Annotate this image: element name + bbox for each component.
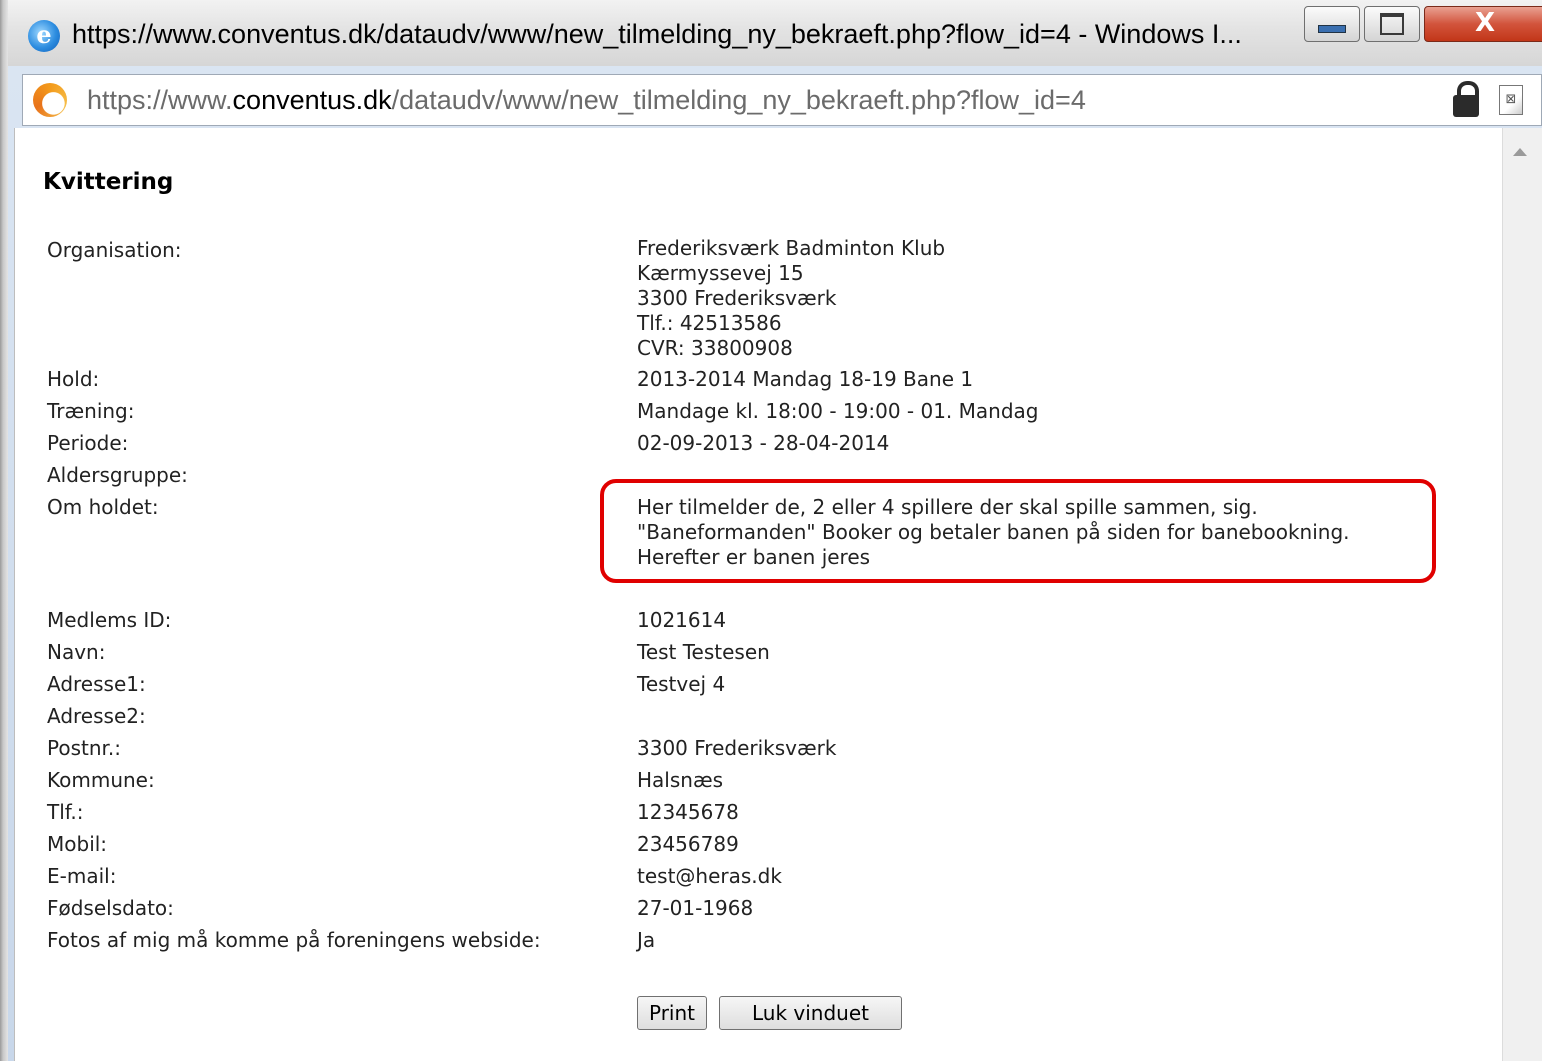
close-window-link-button[interactable]: Luk vinduet <box>719 996 902 1030</box>
url-path: /dataudv/www/new_tilmelding_ny_bekraeft.… <box>391 85 1086 115</box>
field-label: E-mail: <box>47 864 117 888</box>
field-label: Periode: <box>47 431 129 455</box>
organisation-line: CVR: 33800908 <box>637 336 793 360</box>
page-content: Kvittering Organisation: Frederiksværk B… <box>14 128 1503 1061</box>
om-holdet-label: Om holdet: <box>47 495 159 519</box>
field-value: 27-01-1968 <box>637 896 754 920</box>
field-label: Fødselsdato: <box>47 896 174 920</box>
scroll-up-arrow-icon[interactable] <box>1513 148 1527 156</box>
field-label: Tlf.: <box>47 800 84 824</box>
field-value: 02-09-2013 - 28-04-2014 <box>637 431 890 455</box>
minimize-button[interactable] <box>1304 6 1360 42</box>
field-label: Fotos af mig må komme på foreningens web… <box>47 928 541 952</box>
field-value: Ja <box>637 928 656 952</box>
title-bar[interactable]: e https://www.conventus.dk/dataudv/www/n… <box>8 0 1542 66</box>
compatibility-view-icon[interactable]: ⊠ <box>1499 85 1523 115</box>
field-value: Test Testesen <box>637 640 770 664</box>
window-edge <box>0 0 8 1061</box>
field-label: Kommune: <box>47 768 155 792</box>
vertical-scrollbar[interactable] <box>1502 128 1542 1061</box>
field-value: Halsnæs <box>637 768 724 792</box>
field-value: Mandage kl. 18:00 - 19:00 - 01. Mandag <box>637 399 1039 423</box>
field-label: Medlems ID: <box>47 608 172 632</box>
field-label: Adresse2: <box>47 704 146 728</box>
field-label: Hold: <box>47 367 100 391</box>
address-bar[interactable]: https://www.conventus.dk/dataudv/www/new… <box>22 74 1542 126</box>
site-favicon-icon <box>33 83 67 117</box>
field-label: Aldersgruppe: <box>47 463 188 487</box>
close-icon: X <box>1474 8 1496 38</box>
field-value: 12345678 <box>637 800 739 824</box>
print-button[interactable]: Print <box>637 996 707 1030</box>
window-title: https://www.conventus.dk/dataudv/www/new… <box>72 19 1242 49</box>
organisation-label: Organisation: <box>47 238 182 262</box>
minimize-icon <box>1318 25 1346 33</box>
organisation-line: Kærmyssevej 15 <box>637 261 804 285</box>
highlight-annotation <box>600 479 1436 583</box>
field-label: Postnr.: <box>47 736 122 760</box>
organisation-line: Frederiksværk Badminton Klub <box>637 236 946 260</box>
url-domain: conventus.dk <box>232 85 392 115</box>
maximize-icon <box>1380 13 1404 35</box>
field-value: 2013-2014 Mandag 18-19 Bane 1 <box>637 367 974 391</box>
field-label: Træning: <box>47 399 135 423</box>
field-value: Testvej 4 <box>637 672 726 696</box>
page-title: Kvittering <box>43 169 174 195</box>
maximize-button[interactable] <box>1364 6 1420 42</box>
url-scheme: https://www. <box>87 85 233 115</box>
internet-explorer-icon: e <box>28 20 60 52</box>
field-value: 23456789 <box>637 832 739 856</box>
organisation-line: Tlf.: 42513586 <box>637 311 782 335</box>
close-window-button[interactable]: X <box>1424 6 1542 42</box>
url-text[interactable]: https://www.conventus.dk/dataudv/www/new… <box>87 81 1086 119</box>
field-value: 1021614 <box>637 608 727 632</box>
field-label: Adresse1: <box>47 672 146 696</box>
field-label: Navn: <box>47 640 106 664</box>
organisation-line: 3300 Frederiksværk <box>637 286 837 310</box>
field-label: Mobil: <box>47 832 108 856</box>
field-value: test@heras.dk <box>637 864 782 888</box>
lock-icon[interactable] <box>1453 81 1479 117</box>
field-value: 3300 Frederiksværk <box>637 736 837 760</box>
